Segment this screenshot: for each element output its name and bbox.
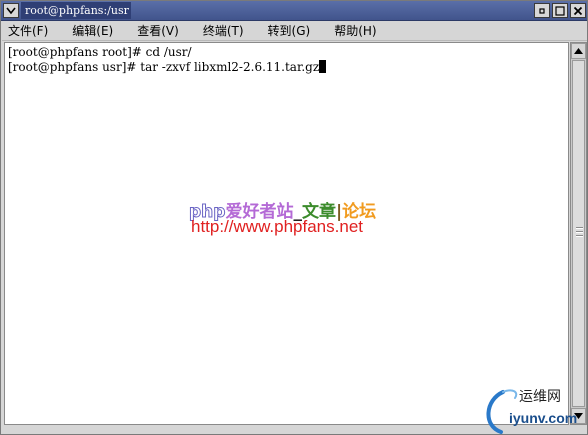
title-bar[interactable]: root@phpfans:/usr <box>1 1 587 21</box>
terminal-line-current: [root@phpfans usr]# tar -zxvf libxml2-2.… <box>8 60 327 74</box>
chevron-down-icon <box>6 7 16 14</box>
menu-terminal[interactable]: 终端(T) <box>203 22 244 39</box>
terminal-line: [root@phpfans root]# cd /usr/ <box>8 45 192 59</box>
close-icon <box>573 6 583 15</box>
terminal-line-text: [root@phpfans usr]# tar -zxvf libxml2-2.… <box>8 60 320 74</box>
logo-text-bottom: iyunv.com <box>509 410 578 426</box>
menu-go[interactable]: 转到(G) <box>268 22 311 39</box>
vertical-scrollbar[interactable] <box>570 42 587 425</box>
menu-edit[interactable]: 编辑(E) <box>72 22 113 39</box>
grip-line <box>576 231 583 233</box>
watermark-url: http://www.phpfans.net <box>191 217 363 236</box>
text-cursor <box>319 60 327 73</box>
menu-bar: 文件(F) 编辑(E) 查看(V) 终端(T) 转到(G) 帮助(H) <box>2 21 587 41</box>
grip-line <box>576 235 583 237</box>
arrow-up-icon <box>574 48 583 54</box>
menu-file[interactable]: 文件(F) <box>8 22 48 39</box>
scroll-up-button[interactable] <box>571 43 586 59</box>
minimize-icon <box>539 7 545 14</box>
terminal-window: root@phpfans:/usr 文件(F) 编辑(E) 查看(V) 终端(T… <box>0 0 588 435</box>
site-logo: 运维网 iyunv.com <box>479 382 587 434</box>
grip-line <box>576 227 583 229</box>
logo-text-top: 运维网 <box>519 389 561 405</box>
maximize-icon <box>555 5 565 16</box>
minimize-button[interactable] <box>534 3 550 18</box>
maximize-button[interactable] <box>552 3 568 18</box>
menu-view[interactable]: 查看(V) <box>137 22 179 39</box>
menu-help[interactable]: 帮助(H) <box>334 22 376 39</box>
scroll-thumb[interactable] <box>572 60 585 407</box>
window-menu-button[interactable] <box>3 3 19 18</box>
window-title: root@phpfans:/usr <box>25 4 129 17</box>
close-button[interactable] <box>570 3 586 18</box>
